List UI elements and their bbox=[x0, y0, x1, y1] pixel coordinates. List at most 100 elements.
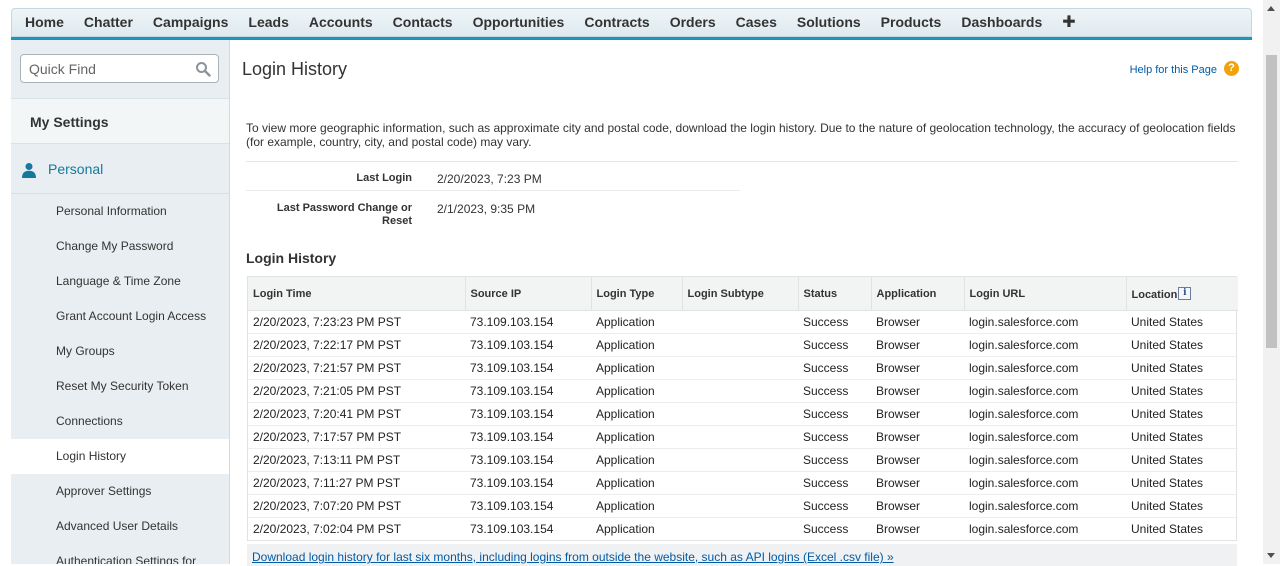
tab-campaigns[interactable]: Campaigns bbox=[143, 9, 238, 36]
help-link[interactable]: Help for this Page bbox=[1130, 64, 1217, 76]
column-header-login-time[interactable]: Login Time bbox=[248, 277, 466, 311]
column-header-source-ip[interactable]: Source IP bbox=[465, 277, 592, 311]
table-cell: Application bbox=[596, 522, 655, 536]
sidebar-item-grant-account-login-access[interactable]: Grant Account Login Access bbox=[11, 299, 229, 334]
table-row: 2/20/2023, 7:07:20 PM PST 73.109.103.154 A… bbox=[248, 494, 1238, 518]
sidebar-item-approver-settings[interactable]: Approver Settings bbox=[11, 474, 229, 509]
download-login-history-link[interactable]: Download login history for last six mont… bbox=[252, 550, 894, 564]
tab-cases[interactable]: Cases bbox=[726, 9, 787, 36]
column-header-location[interactable]: Location i bbox=[1126, 277, 1238, 311]
tab-products[interactable]: Products bbox=[871, 9, 952, 36]
search-icon[interactable] bbox=[195, 61, 211, 77]
table-cell bbox=[682, 494, 798, 518]
tab-solutions[interactable]: Solutions bbox=[787, 9, 871, 36]
table-cell: login.salesforce.com bbox=[964, 494, 1126, 518]
table-cell bbox=[682, 471, 798, 495]
tab-dashboards[interactable]: Dashboards bbox=[951, 9, 1052, 36]
table-cell: Application bbox=[591, 379, 682, 403]
page-scrollbar[interactable] bbox=[1263, 0, 1280, 564]
table-cell bbox=[682, 402, 798, 426]
table-cell: Browser bbox=[871, 402, 964, 426]
sidebar-item-advanced-user-details[interactable]: Advanced User Details bbox=[11, 509, 229, 544]
info-icon[interactable]: i bbox=[1178, 287, 1192, 300]
sidebar-item-language-time-zone[interactable]: Language & Time Zone bbox=[11, 264, 229, 299]
top-nav-bar: Home Chatter Campaigns Leads Accounts Contact… bbox=[11, 8, 1252, 40]
column-header-label: Login Type bbox=[596, 287, 655, 300]
table-cell: 2/20/2023, 7:17:57 PM PST bbox=[248, 425, 465, 449]
table-body: 2/20/2023, 7:23:23 PM PST 73.109.103.154 A… bbox=[248, 310, 1238, 541]
main-content: Login History Help for this Page ? To vi… bbox=[230, 40, 1262, 566]
table-row: 2/20/2023, 7:02:04 PM PST 73.109.103.154 A… bbox=[248, 518, 1238, 541]
table-cell: Success bbox=[798, 471, 871, 495]
scrollbar-thumb[interactable] bbox=[1266, 55, 1277, 348]
sidebar-item-change-my-password[interactable]: Change My Password bbox=[11, 229, 229, 264]
tab-accounts[interactable]: Accounts bbox=[299, 9, 383, 36]
last-password-change-value: 2/1/2023, 9:35 PM bbox=[437, 202, 536, 216]
tab-contracts[interactable]: Contracts bbox=[574, 9, 659, 36]
sidebar-item-reset-my-security-token[interactable]: Reset My Security Token bbox=[11, 369, 229, 404]
table-cell: United States bbox=[1126, 356, 1238, 380]
table-cell: Browser bbox=[871, 310, 964, 334]
column-header-label: Login Subtype bbox=[687, 287, 764, 300]
table-cell: Success bbox=[798, 448, 871, 472]
last-login-value: 2/20/2023, 7:23 PM bbox=[437, 172, 542, 186]
table-cell: 2/20/2023, 7:22:17 PM PST bbox=[248, 333, 465, 357]
sidebar-item-personal-information[interactable]: Personal Information bbox=[11, 194, 229, 229]
column-header-login-subtype[interactable]: Login Subtype bbox=[682, 277, 799, 311]
table-cell bbox=[682, 448, 798, 472]
column-header-label: Status bbox=[803, 287, 838, 300]
table-cell: Browser bbox=[871, 379, 964, 403]
table-cell: 73.109.103.154 bbox=[465, 494, 591, 518]
help-icon[interactable]: ? bbox=[1224, 61, 1239, 76]
tab-chatter[interactable]: Chatter bbox=[74, 9, 143, 36]
table-cell: 2/20/2023, 7:11:27 PM PST bbox=[248, 471, 465, 495]
add-tab-plus-icon[interactable]: ✚ bbox=[1052, 9, 1085, 36]
table-row: 2/20/2023, 7:22:17 PM PST 73.109.103.154 A… bbox=[248, 333, 1238, 357]
table-cell: Success bbox=[798, 402, 871, 426]
table-cell: login.salesforce.com bbox=[964, 471, 1126, 495]
table-cell: login.salesforce.com bbox=[964, 379, 1126, 403]
sidebar-item-my-groups[interactable]: My Groups bbox=[11, 334, 229, 369]
page-title: Login History bbox=[242, 59, 348, 79]
table-cell: 2/20/2023, 7:21:57 PM PST bbox=[248, 356, 465, 380]
table-cell: login.salesforce.com bbox=[969, 522, 1079, 536]
tab-contacts[interactable]: Contacts bbox=[383, 9, 463, 36]
table-cell: login.salesforce.com bbox=[964, 333, 1126, 357]
table-cell: Browser bbox=[871, 471, 964, 495]
column-header-login-url[interactable]: Login URL bbox=[964, 277, 1127, 311]
table-cell: 2/20/2023, 7:02:04 PM PST bbox=[253, 522, 402, 536]
scroll-down-arrow-icon[interactable] bbox=[1267, 553, 1275, 558]
column-header-login-type[interactable]: Login Type bbox=[591, 277, 683, 311]
sidebar-item-connections[interactable]: Connections bbox=[11, 404, 229, 439]
column-header-status[interactable]: Status bbox=[798, 277, 872, 311]
table-cell: 73.109.103.154 bbox=[465, 471, 591, 495]
last-login-label: Last Login bbox=[356, 172, 412, 184]
last-password-change-label: Last Password Change or Reset bbox=[276, 202, 412, 227]
table-cell bbox=[682, 379, 798, 403]
table-cell: Browser bbox=[871, 356, 964, 380]
table-cell: login.salesforce.com bbox=[964, 425, 1126, 449]
personal-section[interactable]: Personal bbox=[11, 145, 229, 194]
table-cell bbox=[682, 518, 798, 541]
table-cell: Success bbox=[803, 522, 849, 536]
sidebar-item-authentication-settings-for[interactable]: Authentication Settings for bbox=[11, 544, 229, 564]
tab-leads[interactable]: Leads bbox=[238, 9, 298, 36]
quick-find-input[interactable] bbox=[20, 54, 219, 83]
download-bar: Download login history for last six mont… bbox=[247, 544, 1237, 566]
column-header-label: Location bbox=[1131, 289, 1178, 301]
sidebar-item-login-history[interactable]: Login History bbox=[11, 439, 229, 474]
quick-find-wrap bbox=[20, 54, 219, 83]
tab-opportunities[interactable]: Opportunities bbox=[463, 9, 575, 36]
scroll-up-arrow-icon[interactable] bbox=[1267, 6, 1275, 11]
table-cell: 73.109.103.154 bbox=[470, 522, 554, 536]
column-header-label: Source IP bbox=[470, 287, 522, 300]
table-row: 2/20/2023, 7:11:27 PM PST 73.109.103.154 A… bbox=[248, 471, 1238, 495]
tab-orders[interactable]: Orders bbox=[660, 9, 726, 36]
column-header-application[interactable]: Application bbox=[871, 277, 965, 311]
table-cell: United States bbox=[1126, 425, 1238, 449]
tab-home[interactable]: Home bbox=[15, 9, 74, 36]
table-cell: Success bbox=[798, 333, 871, 357]
table-row: 2/20/2023, 7:21:57 PM PST 73.109.103.154 A… bbox=[248, 356, 1238, 380]
column-header-label: Login URL bbox=[969, 287, 1026, 300]
table-cell: Browser bbox=[871, 333, 964, 357]
